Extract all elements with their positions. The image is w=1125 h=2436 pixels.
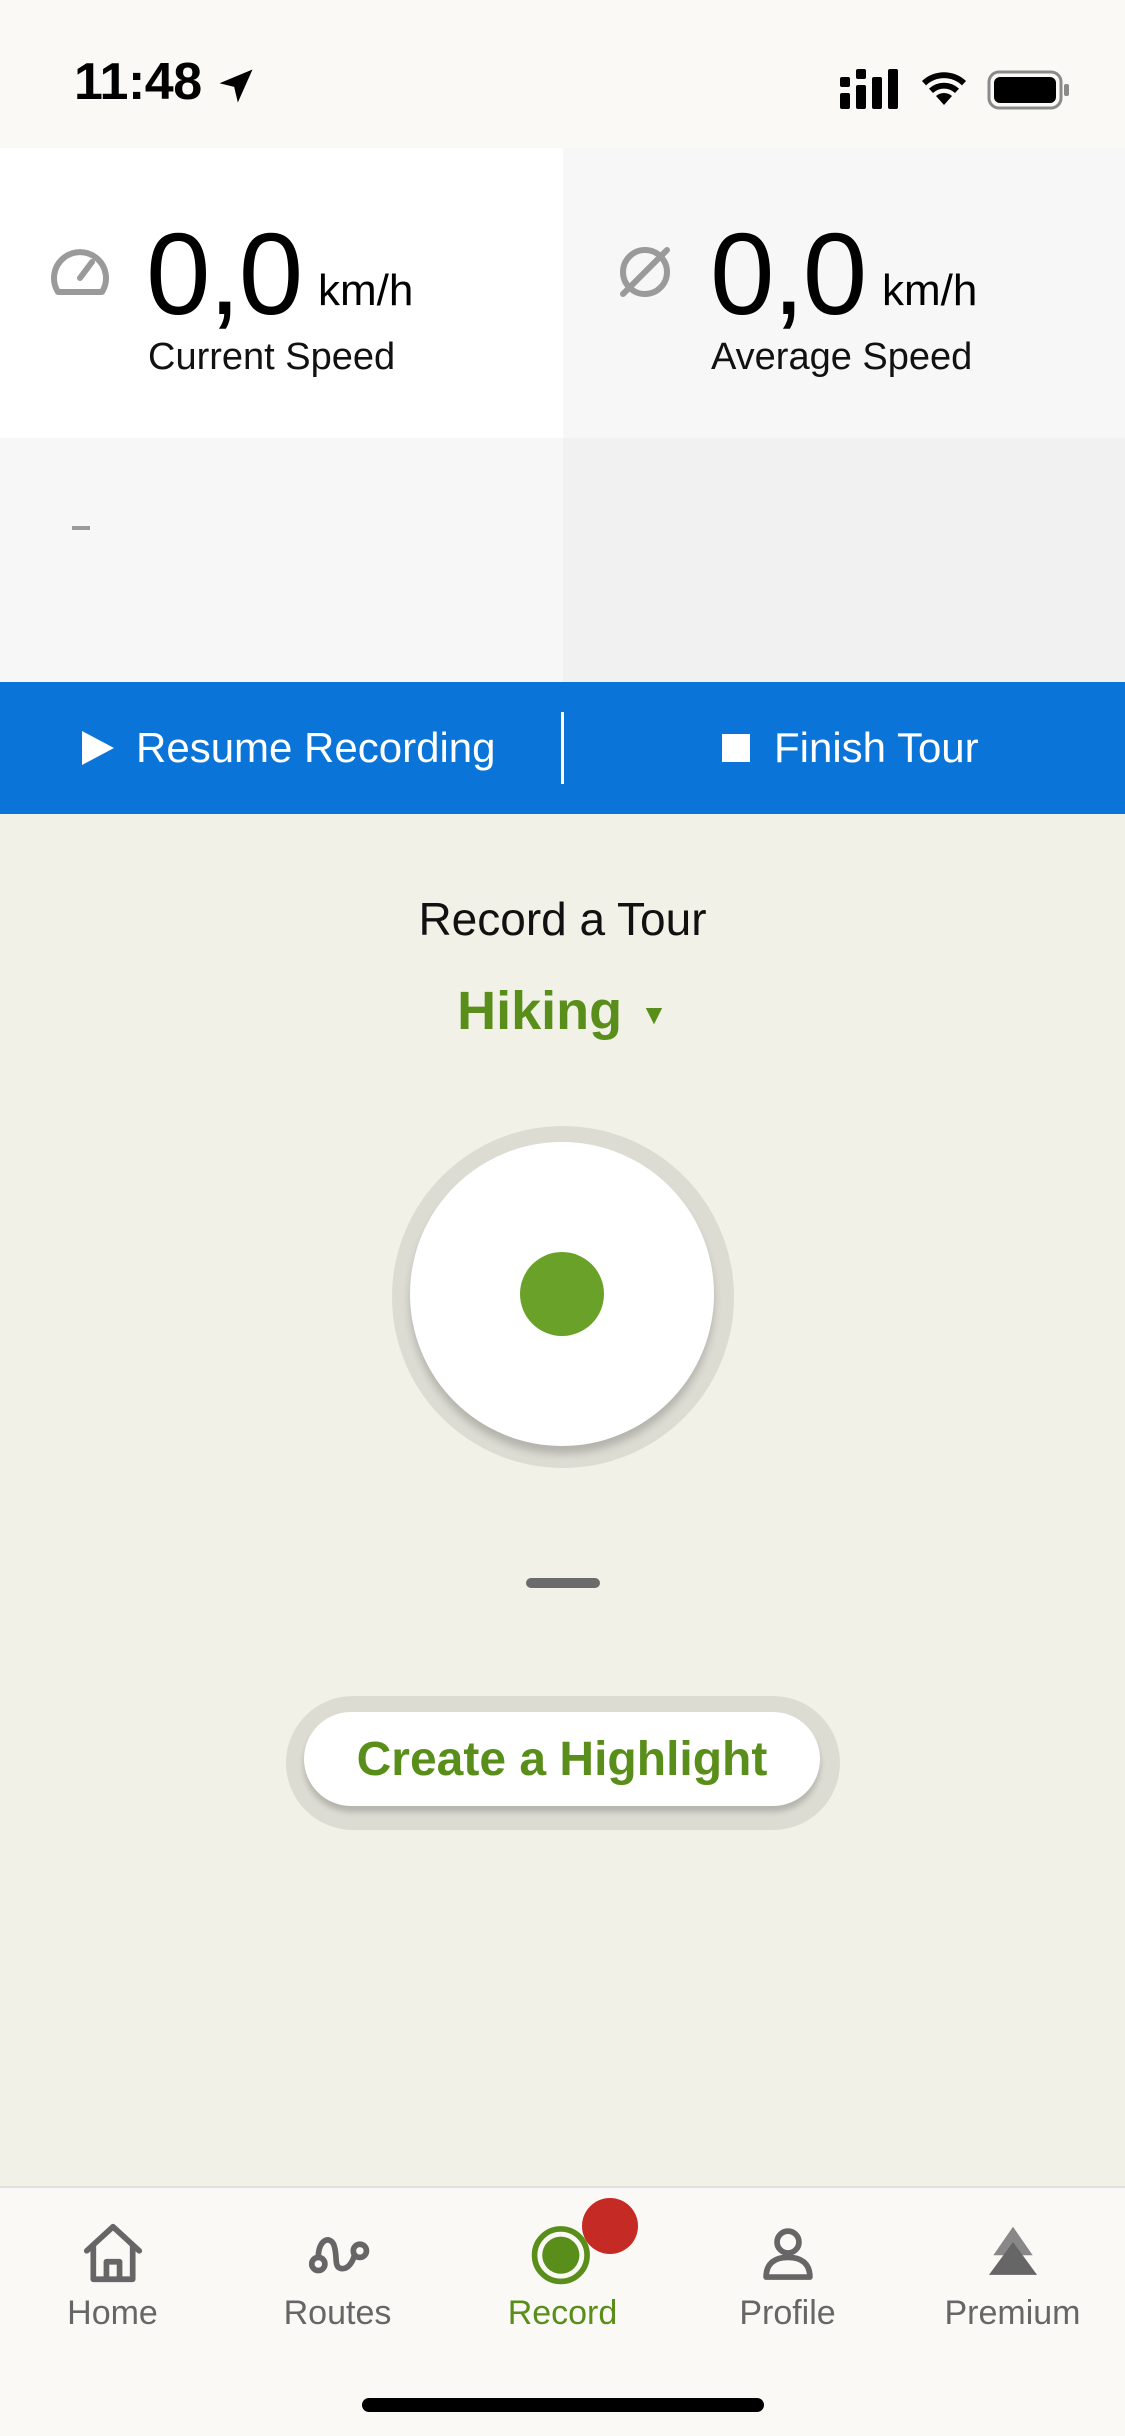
signal-icon (840, 69, 898, 109)
recording-bar: Resume Recording Finish Tour (0, 682, 1125, 814)
location-arrow-icon (219, 69, 253, 103)
record-button[interactable] (410, 1142, 714, 1446)
tab-profile[interactable]: Profile (675, 2188, 900, 2348)
profile-icon (763, 2228, 813, 2280)
recording-bar-divider (561, 712, 564, 784)
record-title: Record a Tour (418, 893, 707, 945)
activity-label: Hiking (457, 981, 623, 1041)
record-dot-icon (520, 1252, 604, 1336)
battery-icon (987, 70, 1069, 110)
current-speed-label: Current Speed (148, 336, 396, 378)
status-bar: 11:48 (0, 0, 1125, 148)
home-indicator[interactable] (362, 2398, 764, 2412)
create-highlight-button[interactable]: Create a Highlight (304, 1712, 820, 1806)
tab-record-label: Record (507, 2294, 618, 2332)
drag-handle[interactable] (526, 1578, 600, 1588)
stop-icon (722, 734, 750, 762)
activity-selector[interactable]: Hiking ▼ (0, 980, 1125, 1042)
tab-home-label: Home (67, 2294, 158, 2332)
recording-badge (582, 2198, 638, 2254)
wifi-icon (922, 72, 966, 105)
current-speed-card: 0,0 km/h Current Speed (0, 148, 563, 438)
tab-profile-label: Profile (739, 2294, 836, 2332)
tab-routes[interactable]: Routes (225, 2188, 450, 2348)
tab-home[interactable]: Home (0, 2188, 225, 2348)
routes-icon (308, 2237, 370, 2274)
tab-record[interactable]: Record (450, 2188, 675, 2348)
current-speed-value: 0,0 (146, 209, 303, 339)
tab-routes-label: Routes (283, 2294, 392, 2332)
premium-icon (988, 2226, 1038, 2275)
resume-recording-button[interactable]: Resume Recording (82, 682, 496, 814)
tab-premium[interactable]: Premium (900, 2188, 1125, 2348)
home-icon (83, 2223, 143, 2283)
finish-tour-label: Finish Tour (774, 724, 979, 771)
speedometer-icon (51, 249, 109, 295)
play-icon (82, 731, 114, 765)
caret-down-icon: ▼ (640, 998, 668, 1030)
resume-recording-label: Resume Recording (136, 724, 496, 771)
record-button-ring (392, 1126, 734, 1468)
average-speed-unit: km/h (882, 266, 978, 315)
stats-panel: 0,0 km/h Current Speed 0,0 km/h Average … (0, 148, 1125, 814)
current-speed-unit: km/h (318, 266, 414, 315)
tab-premium-label: Premium (944, 2294, 1081, 2332)
finish-tour-button[interactable]: Finish Tour (722, 682, 979, 814)
status-time: 11:48 (74, 53, 202, 111)
divider-dash (72, 526, 90, 530)
highlight-button-ring: Create a Highlight (286, 1696, 840, 1830)
average-icon (620, 247, 670, 297)
average-speed-card: 0,0 km/h Average Speed (563, 148, 1125, 438)
average-speed-label: Average Speed (711, 336, 973, 378)
average-speed-value: 0,0 (710, 209, 867, 339)
